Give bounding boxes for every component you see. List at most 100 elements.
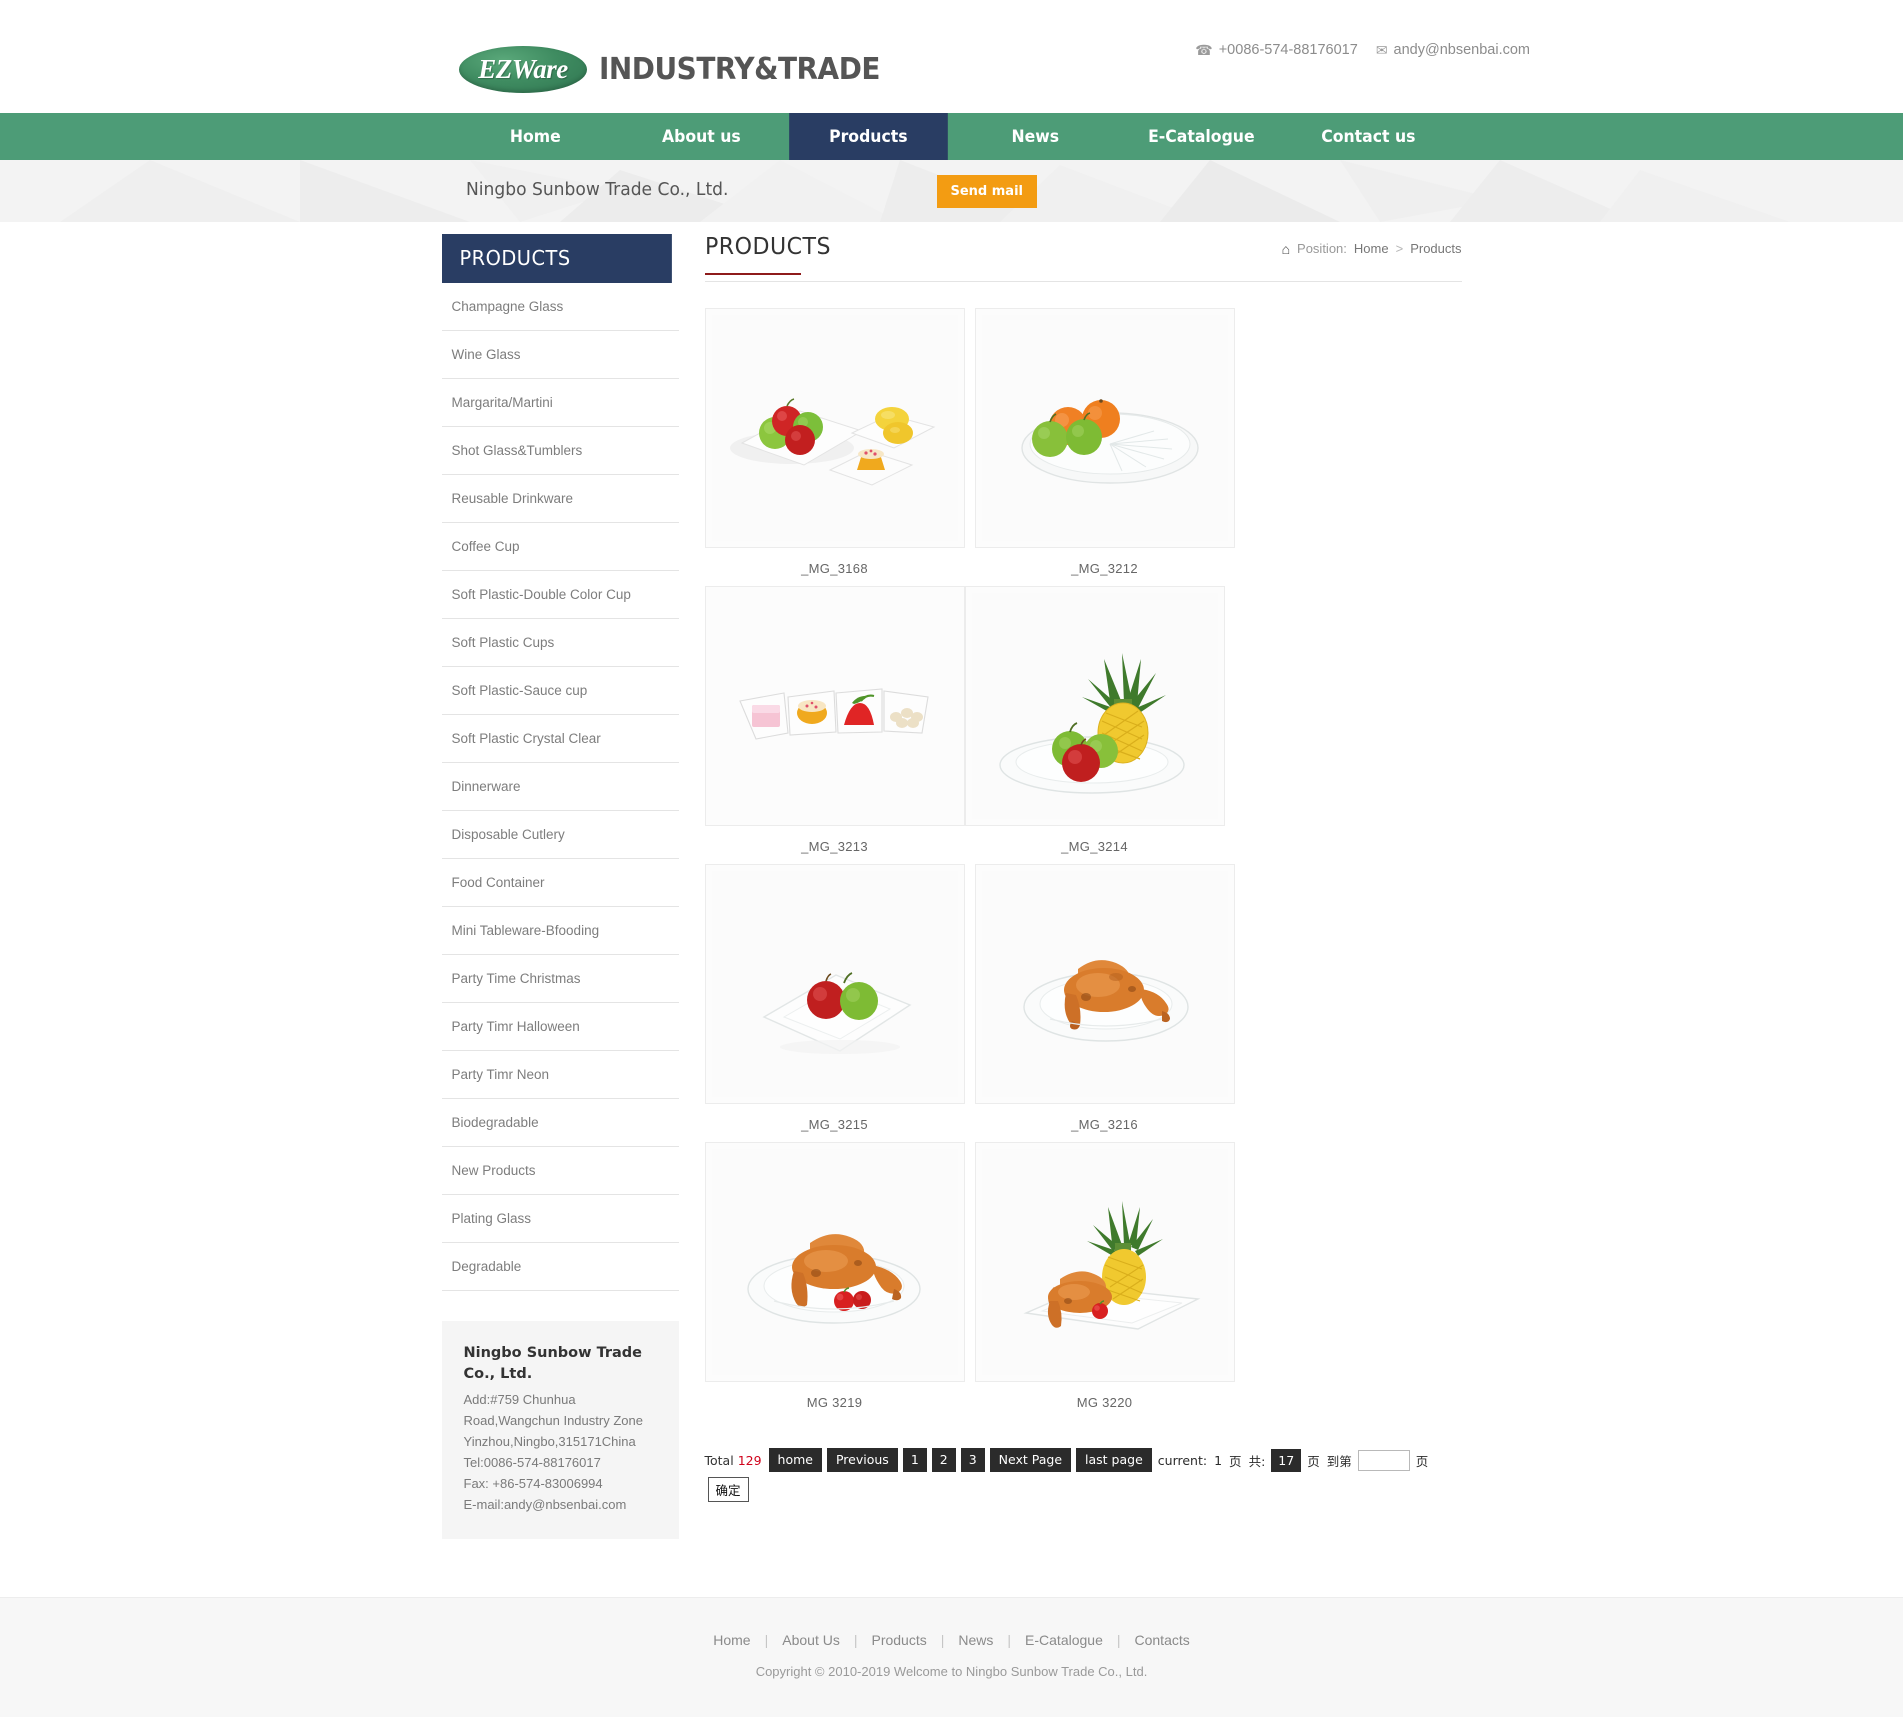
address-line-2: Road,Wangchun Industry Zone xyxy=(463,1413,643,1429)
product-card[interactable]: MG 3220 xyxy=(974,1142,1235,1410)
round-clear-plate-fruit-image xyxy=(981,315,1228,541)
sidebar-item-disposable-cutlery[interactable]: Disposable Cutlery xyxy=(441,811,679,859)
pagination-unit-3: 页 xyxy=(1415,1453,1429,1469)
address-tel: Tel:0086-574-88176017 xyxy=(463,1455,601,1471)
address-line-3: Yinzhou,Ningbo,315171China xyxy=(463,1434,636,1450)
product-label: _MG_3214 xyxy=(1061,839,1128,854)
pagination-last-button[interactable]: last page xyxy=(1076,1448,1152,1473)
envelope-icon: ✉ xyxy=(1375,42,1388,58)
product-card[interactable]: _MG_3216 xyxy=(974,864,1235,1132)
nav-item-products[interactable]: Products xyxy=(789,113,948,160)
pagination-current-page: 1 xyxy=(1214,1452,1223,1468)
sidebar-item-party-timr-halloween[interactable]: Party Timr Halloween xyxy=(441,1003,679,1051)
product-thumbnail[interactable] xyxy=(704,586,965,826)
pagination-total-count: 129 xyxy=(737,1452,762,1468)
sidebar-item-degradable[interactable]: Degradable xyxy=(441,1243,679,1291)
product-thumbnail[interactable] xyxy=(964,586,1225,826)
product-label: MG 3219 xyxy=(806,1395,863,1410)
sidebar-item-party-time-christmas[interactable]: Party Time Christmas xyxy=(441,955,679,1003)
sidebar-item-soft-plastic-crystal-clear[interactable]: Soft Plastic Crystal Clear xyxy=(441,715,679,763)
product-thumbnail[interactable] xyxy=(974,864,1235,1104)
product-card[interactable]: _MG_3215 xyxy=(704,864,965,1132)
footer-copyright: Copyright © 2010-2019 Welcome to Ningbo … xyxy=(755,1664,1148,1680)
nav-item-news[interactable]: News xyxy=(956,113,1114,160)
nav-item-e-catalogue[interactable]: E-Catalogue xyxy=(1122,113,1280,160)
footer-separator: | xyxy=(1116,1632,1121,1649)
footer-link-e-catalogue[interactable]: E-Catalogue xyxy=(1025,1632,1103,1648)
sidebar-item-wine-glass[interactable]: Wine Glass xyxy=(441,331,679,379)
header-phone-text: +0086-574-88176017 xyxy=(1218,42,1358,58)
pagination-home-button[interactable]: home xyxy=(768,1448,822,1473)
nav-item-about-us[interactable]: About us xyxy=(622,113,780,160)
sidebar-category-list: Champagne Glass Wine Glass Margarita/Mar… xyxy=(441,283,679,1291)
header-email-text: andy@nbsenbai.com xyxy=(1393,42,1530,58)
product-card[interactable]: _MG_3212 xyxy=(974,308,1235,576)
pagination-goto-input[interactable] xyxy=(1357,1449,1410,1471)
pagination: Total 129 home Previous 1 2 3 Next Page … xyxy=(705,1448,1462,1503)
nav-item-contact-us[interactable]: Contact us xyxy=(1289,113,1447,160)
sidebar-item-mini-tableware-bfooding[interactable]: Mini Tableware-Bfooding xyxy=(441,907,679,955)
product-thumbnail[interactable] xyxy=(704,1142,965,1382)
breadcrumb-separator: > xyxy=(1395,241,1404,256)
pagination-page-1[interactable]: 1 xyxy=(902,1448,927,1473)
sidebar-item-dinnerware[interactable]: Dinnerware xyxy=(441,763,679,811)
pagination-previous-button[interactable]: Previous xyxy=(826,1448,898,1473)
footer-link-home[interactable]: Home xyxy=(713,1632,750,1648)
sidebar-item-new-products[interactable]: New Products xyxy=(441,1147,679,1195)
breadcrumb-current: Products xyxy=(1410,241,1462,256)
product-card[interactable]: _MG_3168 xyxy=(704,308,965,576)
product-card[interactable]: MG 3219 xyxy=(704,1142,965,1410)
sidebar-item-champagne-glass[interactable]: Champagne Glass xyxy=(441,283,679,331)
address-line-1: Add:#759 Chunhua xyxy=(463,1392,576,1408)
chicken-pineapple-tray-image xyxy=(981,1149,1228,1375)
main-content: PRODUCTS ⌂ Position: Home > Products _MG… xyxy=(704,234,1462,1539)
pagination-unit-2: 页 xyxy=(1307,1453,1320,1469)
product-card[interactable]: _MG_3214 xyxy=(964,586,1225,854)
header-email[interactable]: ✉ andy@nbsenbai.com xyxy=(1376,42,1530,58)
footer-link-news[interactable]: News xyxy=(958,1632,993,1648)
footer-link-about-us[interactable]: About Us xyxy=(782,1632,840,1648)
footer-link-products[interactable]: Products xyxy=(871,1632,926,1648)
sidebar-item-soft-plastic-sauce-cup[interactable]: Soft Plastic-Sauce cup xyxy=(441,667,679,715)
pagination-page-3[interactable]: 3 xyxy=(960,1448,985,1473)
sidebar-heading: PRODUCTS xyxy=(441,234,672,283)
pineapple-plate-image xyxy=(971,593,1218,819)
content-header: PRODUCTS ⌂ Position: Home > Products xyxy=(704,234,1462,282)
breadcrumb: ⌂ Position: Home > Products xyxy=(1282,234,1462,256)
sidebar-item-food-container[interactable]: Food Container xyxy=(441,859,679,907)
pagination-next-button[interactable]: Next Page xyxy=(989,1448,1072,1473)
sidebar-item-plating-glass[interactable]: Plating Glass xyxy=(441,1195,679,1243)
sidebar-item-reusable-drinkware[interactable]: Reusable Drinkware xyxy=(441,475,679,523)
footer-separator: | xyxy=(764,1632,769,1649)
product-thumbnail[interactable] xyxy=(974,308,1235,548)
product-thumbnail[interactable] xyxy=(704,308,965,548)
site-logo[interactable]: EZWare INDUSTRY&TRADE xyxy=(459,46,901,93)
main-navigation: Home About us Products News E-Catalogue … xyxy=(0,113,1903,160)
roast-chicken-plate-image xyxy=(981,871,1228,1097)
footer-separator: | xyxy=(940,1632,945,1649)
address-company-name: Ningbo Sunbow Trade Co., Ltd. xyxy=(463,1345,643,1383)
footer-link-contacts[interactable]: Contacts xyxy=(1135,1632,1190,1648)
nav-item-home[interactable]: Home xyxy=(456,113,614,160)
send-mail-button[interactable]: Send mail xyxy=(936,175,1037,208)
pagination-page-2[interactable]: 2 xyxy=(931,1448,956,1473)
site-header: EZWare INDUSTRY&TRADE ☎ +0086-574-881760… xyxy=(0,0,1903,113)
sidebar-item-soft-plastic-cups[interactable]: Soft Plastic Cups xyxy=(441,619,679,667)
sidebar-item-party-timr-neon[interactable]: Party Timr Neon xyxy=(441,1051,679,1099)
product-thumbnail[interactable] xyxy=(704,864,965,1104)
sidebar-item-coffee-cup[interactable]: Coffee Cup xyxy=(441,523,679,571)
sidebar-item-shot-glass-tumblers[interactable]: Shot Glass&Tumblers xyxy=(441,427,679,475)
product-card[interactable]: _MG_3213 xyxy=(704,586,965,854)
footer-links: Home | About Us | Products | News | E-Ca… xyxy=(0,1632,1903,1648)
pagination-goto-label: 到第 xyxy=(1326,1453,1352,1469)
sidebar-item-margarita-martini[interactable]: Margarita/Martini xyxy=(441,379,679,427)
pagination-confirm-button[interactable]: 确定 xyxy=(707,1477,749,1503)
sidebar-item-biodegradable[interactable]: Biodegradable xyxy=(441,1099,679,1147)
logo-badge-text: EZWare xyxy=(478,54,568,84)
home-icon: ⌂ xyxy=(1281,240,1291,257)
logo-badge-icon: EZWare xyxy=(459,46,587,93)
sidebar-item-soft-plastic-double-color-cup[interactable]: Soft Plastic-Double Color Cup xyxy=(441,571,679,619)
footer-separator: | xyxy=(853,1632,858,1649)
product-thumbnail[interactable] xyxy=(974,1142,1235,1382)
breadcrumb-home-link[interactable]: Home xyxy=(1354,241,1389,256)
